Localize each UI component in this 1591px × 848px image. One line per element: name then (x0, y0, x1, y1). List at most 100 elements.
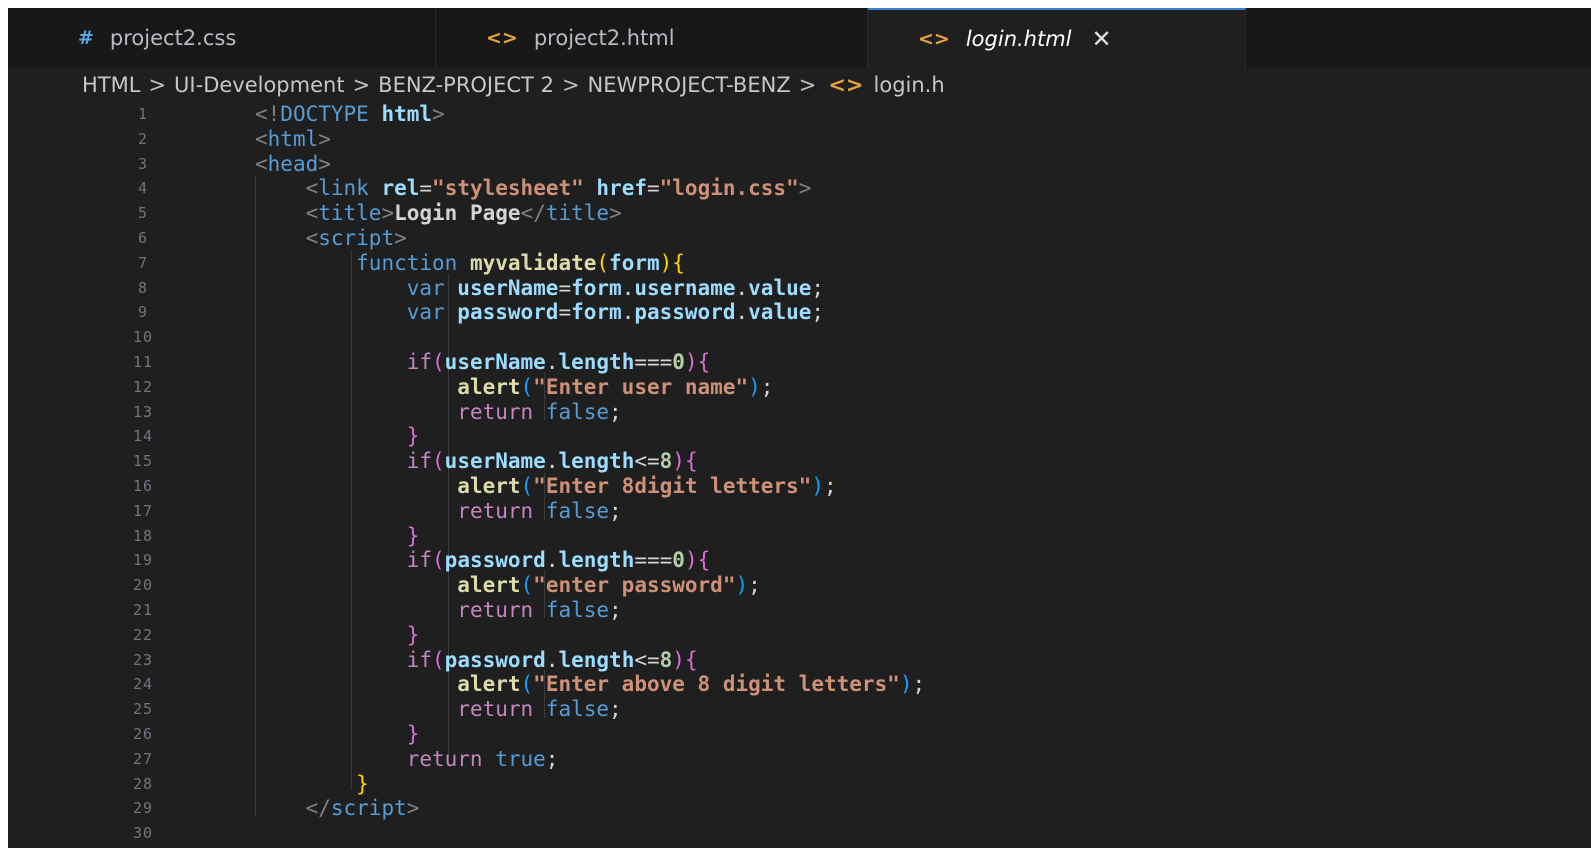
code-line[interactable]: 17 return false; (8, 499, 1591, 524)
code-token: script (330, 796, 407, 821)
code-token: . (735, 300, 749, 325)
code-text: <html> (255, 127, 331, 152)
css-file-icon: # (78, 27, 94, 49)
line-number: 22 (132, 625, 154, 644)
code-token: password (444, 300, 559, 325)
code-line[interactable]: 29 </script> (8, 796, 1591, 821)
code-line[interactable]: 4 <link rel="stylesheet" href="login.css… (8, 176, 1591, 201)
code-editor[interactable]: 1 <!DOCTYPE html> 2 <html> 3 <head> 4 <link re… (8, 102, 1591, 848)
code-line[interactable]: 26 } (8, 722, 1591, 747)
code-line[interactable]: 13 return false; (8, 400, 1591, 425)
code-token: var (406, 300, 445, 325)
code-line[interactable]: 23 if(password.length<=8){ (8, 648, 1591, 673)
code-token: } (406, 424, 420, 449)
code-line[interactable]: 24 alert("Enter above 8 digit letters"); (8, 672, 1591, 697)
code-line[interactable]: 27 return true; (8, 747, 1591, 772)
code-line[interactable]: 3 <head> (8, 152, 1591, 177)
code-line[interactable]: 18 } (8, 524, 1591, 549)
code-line[interactable]: 2 <html> (8, 127, 1591, 152)
code-token: } (406, 523, 420, 548)
code-line[interactable]: 25 return false; (8, 697, 1591, 722)
code-token: script (318, 225, 395, 250)
code-line[interactable]: 28 } (8, 772, 1591, 797)
line-number: 3 (137, 154, 149, 173)
code-token: === (634, 548, 673, 573)
code-token: . (545, 548, 559, 573)
code-text: alert("Enter above 8 digit letters"); (255, 672, 925, 697)
code-line[interactable]: 10 (8, 325, 1591, 350)
code-token: { (697, 548, 711, 573)
code-line[interactable]: 19 if(password.length===0){ (8, 548, 1591, 573)
tab-label: login.html (965, 27, 1072, 51)
code-line[interactable]: 20 alert("enter password"); (8, 573, 1591, 598)
breadcrumb-item[interactable]: HTML (82, 73, 140, 97)
code-line[interactable]: 7 function myvalidate(form){ (8, 251, 1591, 276)
line-number: 30 (132, 824, 154, 843)
code-token: . (545, 349, 559, 374)
code-token: ; (811, 300, 825, 325)
code-line[interactable]: 5 <title>Login Page</title> (8, 201, 1591, 226)
code-line[interactable]: 15 if(userName.length<=8){ (8, 449, 1591, 474)
code-line[interactable]: 11 if(userName.length===0){ (8, 350, 1591, 375)
code-token: > (798, 176, 812, 201)
tab-bar: # project2.css <> project2.html <> login… (8, 8, 1591, 68)
code-token: </ (305, 796, 331, 821)
code-text: </script> (255, 796, 420, 821)
code-line[interactable]: 16 alert("Enter 8digit letters"); (8, 474, 1591, 499)
breadcrumb-separator: > (798, 73, 817, 97)
code-line[interactable]: 9 var password=form.password.value; (8, 300, 1591, 325)
code-line[interactable]: 1 <!DOCTYPE html> (8, 102, 1591, 127)
breadcrumb-item[interactable]: login.h (874, 73, 945, 97)
breadcrumb-item[interactable]: UI-Development (174, 73, 345, 97)
line-number: 18 (132, 526, 154, 545)
code-text: <link rel="stylesheet" href="login.css"> (255, 176, 812, 201)
code-token: ; (609, 498, 622, 523)
code-text: } (255, 772, 369, 797)
code-line[interactable]: 14 } (8, 424, 1591, 449)
code-text: if(userName.length<=8){ (255, 449, 698, 474)
close-tab-icon[interactable]: ✕ (1092, 25, 1112, 53)
code-token: ( (432, 647, 445, 672)
code-token: ; (748, 573, 761, 598)
code-line[interactable]: 30 (8, 821, 1591, 846)
tab-project2-html[interactable]: <> project2.html (436, 8, 868, 68)
code-line[interactable]: 6 <script> (8, 226, 1591, 251)
tab-label: project2.css (109, 26, 237, 50)
line-number: 20 (132, 576, 154, 595)
breadcrumb-item[interactable]: BENZ-PROJECT 2 (378, 73, 554, 97)
code-token: return (457, 399, 534, 424)
line-number: 2 (137, 129, 149, 148)
code-line[interactable]: 22 } (8, 623, 1591, 648)
code-line[interactable]: 21 return false; (8, 598, 1591, 623)
code-line[interactable]: 8 var userName=form.username.value; (8, 276, 1591, 301)
code-token: alert (457, 473, 521, 498)
code-token: > (381, 201, 395, 226)
code-token: value (748, 275, 812, 300)
code-token: > (609, 201, 622, 226)
code-token: html (368, 102, 433, 126)
breadcrumb-item[interactable]: NEWPROJECT-BENZ (588, 73, 791, 97)
code-text: } (255, 721, 420, 747)
tab-login-html[interactable]: <> login.html ✕ (868, 8, 1246, 68)
code-line[interactable]: 12 alert("Enter user name"); (8, 375, 1591, 400)
code-token: var (406, 275, 445, 300)
code-token: { (697, 349, 711, 374)
tab-project2-css[interactable]: # project2.css (8, 8, 436, 68)
code-token: = (558, 275, 572, 300)
code-token: } (406, 721, 420, 746)
code-text: alert("enter password"); (255, 573, 761, 598)
line-number: 27 (132, 749, 154, 768)
line-number: 26 (132, 724, 154, 743)
